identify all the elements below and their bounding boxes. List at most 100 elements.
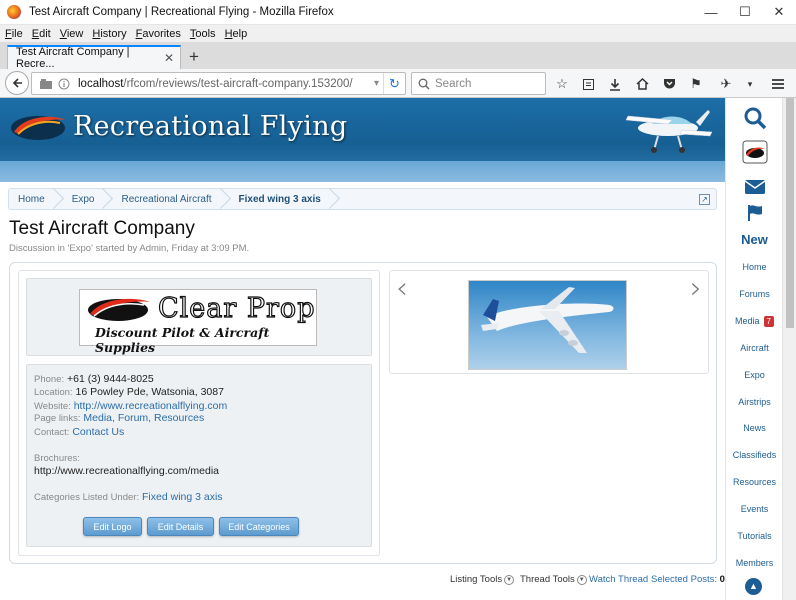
search-bar[interactable]: Search xyxy=(411,72,546,95)
minimize-button[interactable]: — xyxy=(694,0,728,25)
info-icon[interactable] xyxy=(58,78,70,90)
page-scrollbar[interactable] xyxy=(782,98,796,600)
sidebar-item-classifieds[interactable]: Classifieds xyxy=(726,450,783,460)
sidebar-mail-icon[interactable] xyxy=(726,180,783,196)
tab-bar: Test Aircraft Company | Recre... ✕ + xyxy=(0,42,796,70)
slider-prev-icon[interactable]: ‹ xyxy=(396,271,408,306)
sidebar-item-media-label: Media xyxy=(735,316,760,326)
window-title: Test Aircraft Company | Recreational Fly… xyxy=(29,6,334,18)
download-icon[interactable] xyxy=(605,74,625,94)
contact-us-link[interactable]: Contact Us xyxy=(72,426,124,438)
slider-next-icon[interactable]: › xyxy=(690,271,702,306)
url-path: /rfcom/reviews/test-aircraft-company.153… xyxy=(123,77,353,90)
overflow-dropdown-icon[interactable]: ▾ xyxy=(740,74,760,94)
pagelinks-label: Page links: xyxy=(34,413,81,424)
sidebar-item-home[interactable]: Home xyxy=(726,262,783,272)
site-header: Recreational Flying xyxy=(0,98,725,182)
site-logo-icon[interactable] xyxy=(8,110,70,144)
sidebar-new[interactable]: New xyxy=(726,232,783,247)
sidebar-item-resources[interactable]: Resources xyxy=(726,477,783,487)
selected-posts[interactable]: Selected Posts: 0 xyxy=(651,574,725,585)
home-icon[interactable] xyxy=(632,74,652,94)
addon-icon[interactable]: ✈ xyxy=(716,74,736,94)
sidebar-item-events[interactable]: Events xyxy=(726,504,783,514)
tab-active[interactable]: Test Aircraft Company | Recre... ✕ xyxy=(7,45,181,70)
breadcrumb-fixed-wing[interactable]: Fixed wing 3 axis xyxy=(230,188,339,210)
pocket-icon[interactable] xyxy=(659,74,679,94)
menu-help[interactable]: Help xyxy=(220,28,252,40)
search-placeholder: Search xyxy=(435,77,472,90)
site-title[interactable]: Recreational Flying xyxy=(73,111,348,142)
sidebar-item-airstrips[interactable]: Airstrips xyxy=(726,397,783,407)
url-bar[interactable]: localhost/rfcom/reviews/test-aircraft-co… xyxy=(31,72,406,95)
sidebar-item-aircraft[interactable]: Aircraft xyxy=(726,343,783,353)
phone-value: +61 (3) 9444-8025 xyxy=(67,373,154,385)
scroll-to-top-icon[interactable]: ▲ xyxy=(745,578,762,595)
breadcrumb-recreational-aircraft[interactable]: Recreational Aircraft xyxy=(112,188,229,210)
firefox-icon xyxy=(7,5,21,19)
listing-container: Clear Prop Discount Pilot & Aircraft Sup… xyxy=(9,262,717,564)
jump-menu-icon[interactable]: ↗ xyxy=(699,193,710,205)
sidebar-search-icon[interactable] xyxy=(726,106,783,132)
sidebar-item-members[interactable]: Members xyxy=(726,558,783,568)
location-row: Location: 16 Powley Pde, Watsonia, 3087 xyxy=(34,386,224,398)
sidebar-flag-icon[interactable] xyxy=(726,204,783,224)
window-titlebar: Test Aircraft Company | Recreational Fly… xyxy=(0,0,796,25)
url-host: localhost xyxy=(78,77,124,90)
back-button[interactable] xyxy=(5,71,29,95)
sidebar-item-forums[interactable]: Forums xyxy=(726,289,783,299)
bookmark-star-icon[interactable]: ☆ xyxy=(552,74,572,94)
edit-logo-button[interactable]: Edit Logo xyxy=(83,517,142,536)
categories-label: Categories Listed Under: xyxy=(34,492,140,503)
right-sidebar: New Home Forums Media 7 Aircraft Expo Air… xyxy=(725,98,782,600)
header-aircraft-icon xyxy=(625,110,713,153)
scrollbar-thumb[interactable] xyxy=(786,98,794,328)
menu-favorites[interactable]: Favorites xyxy=(131,28,185,40)
brochures-label: Brochures: xyxy=(34,453,80,464)
nav-toolbar: localhost/rfcom/reviews/test-aircraft-co… xyxy=(0,69,796,98)
slider-image[interactable] xyxy=(468,280,627,370)
menu-tools[interactable]: Tools xyxy=(185,28,220,40)
brochures-label-row: Brochures: xyxy=(34,452,80,464)
url-text[interactable]: localhost/rfcom/reviews/test-aircraft-co… xyxy=(78,78,353,90)
close-window-button[interactable]: ✕ xyxy=(762,0,796,25)
categories-link[interactable]: Fixed wing 3 axis xyxy=(142,491,223,503)
phone-row: Phone: +61 (3) 9444-8025 xyxy=(34,373,154,385)
new-tab-button[interactable]: + xyxy=(184,47,204,67)
sidebar-item-media[interactable]: Media 7 xyxy=(726,316,783,327)
menu-edit[interactable]: Edit xyxy=(27,28,55,40)
pagelinks-links[interactable]: Media, Forum, Resources xyxy=(83,412,204,424)
menu-file[interactable]: File xyxy=(0,28,27,40)
breadcrumb-home[interactable]: Home xyxy=(9,188,63,210)
website-link[interactable]: http://www.recreationalflying.com xyxy=(74,400,227,412)
thread-tools-label: Thread Tools xyxy=(520,574,575,585)
page-title: Test Aircraft Company xyxy=(9,218,195,239)
sidebar-item-tutorials[interactable]: Tutorials xyxy=(726,531,783,541)
company-logo[interactable]: Clear Prop Discount Pilot & Aircraft Sup… xyxy=(79,289,317,355)
reload-icon[interactable]: ↻ xyxy=(383,73,405,94)
listing-tools-caret-icon: ▼ xyxy=(504,574,515,585)
url-dropdown-icon[interactable]: ▾ xyxy=(374,78,379,89)
edit-categories-button[interactable]: Edit Categories xyxy=(219,517,299,536)
maximize-button[interactable]: ☐ xyxy=(728,0,762,25)
thread-tools-menu[interactable]: Thread Tools ▼ xyxy=(520,574,587,585)
thread-description: Discussion in 'Expo' started by Admin, F… xyxy=(9,243,250,254)
breadcrumb-expo[interactable]: Expo xyxy=(63,188,113,210)
sidebar-item-news[interactable]: News xyxy=(726,423,783,433)
categories-row: Categories Listed Under: Fixed wing 3 ax… xyxy=(34,491,223,503)
airliner-image-icon xyxy=(481,287,614,353)
tab-close-icon[interactable]: ✕ xyxy=(164,51,174,65)
logo-title: Clear Prop xyxy=(157,292,316,324)
watch-thread-link[interactable]: Watch Thread xyxy=(589,574,648,585)
sidebar-item-expo[interactable]: Expo xyxy=(726,370,783,380)
extension-icon[interactable]: ⚑ xyxy=(686,74,706,94)
reading-list-icon[interactable] xyxy=(578,74,598,94)
menu-view[interactable]: View xyxy=(55,28,88,40)
menu-history[interactable]: History xyxy=(87,28,130,40)
sidebar-logo-icon[interactable] xyxy=(726,140,783,166)
listing-tools-menu[interactable]: Listing Tools ▼ xyxy=(450,574,515,585)
hamburger-menu-icon[interactable] xyxy=(768,74,788,94)
edit-details-button[interactable]: Edit Details xyxy=(147,517,214,536)
listing-tools-label: Listing Tools xyxy=(450,574,503,585)
logo-box: Clear Prop Discount Pilot & Aircraft Sup… xyxy=(26,278,372,356)
